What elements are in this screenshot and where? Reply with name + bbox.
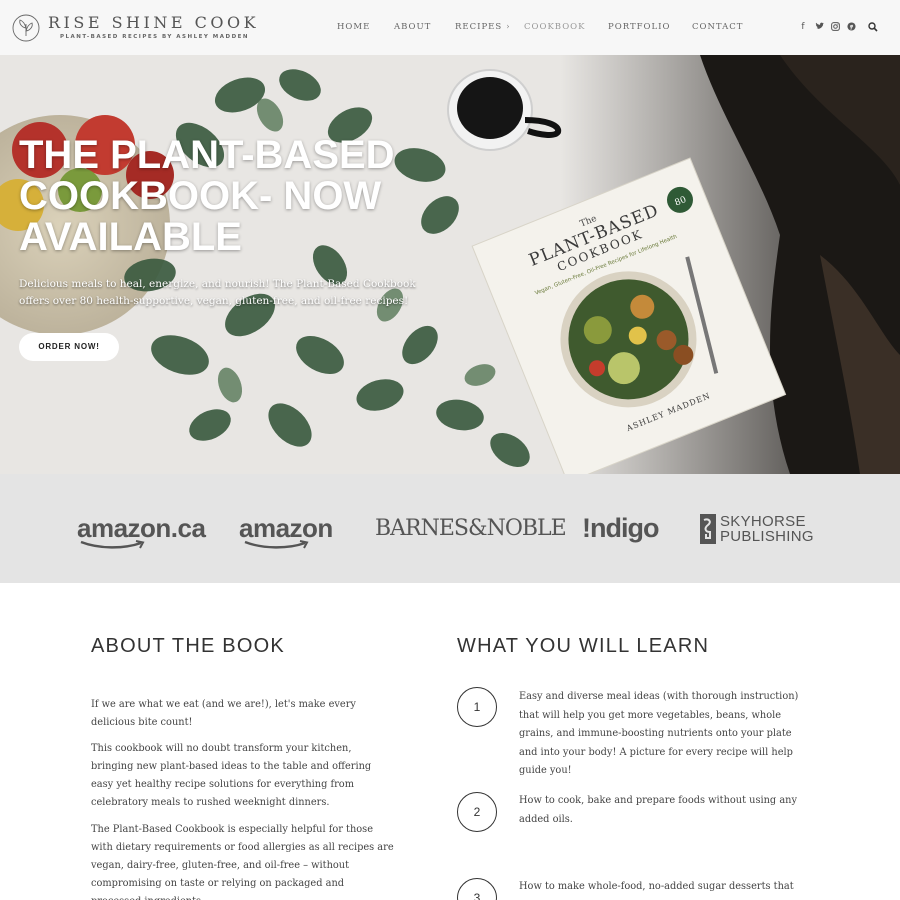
nav-portfolio[interactable]: PORTFOLIO xyxy=(608,22,670,32)
retailer-logos: amazon.ca amazon BARNES&NOBLE !ndigo SKY… xyxy=(0,474,900,583)
retailer-skyhorse-line2: PUBLISHING xyxy=(720,527,814,545)
logo-title: RISE SHINE COOK xyxy=(48,13,260,32)
retailer-skyhorse-line1: SKYHORSE xyxy=(720,512,806,530)
instagram-icon[interactable] xyxy=(830,21,840,33)
step-number: 1 xyxy=(457,687,497,727)
learn-item-text: How to cook, bake and prepare foods with… xyxy=(519,795,798,825)
about-paragraph: The Plant-Based Cookbook is especially h… xyxy=(91,824,394,900)
social-links: f xyxy=(798,21,888,35)
site-header: RISE SHINE COOK PLANT-BASED RECIPES BY A… xyxy=(0,0,900,55)
retailer-amazon[interactable]: amazon xyxy=(239,474,333,583)
retailer-skyhorse[interactable]: SKYHORSE PUBLISHING xyxy=(700,474,822,583)
nav-contact[interactable]: CONTACT xyxy=(692,22,743,32)
about-book-heading: ABOUT THE BOOK xyxy=(91,635,285,657)
hero-title: THE PLANT-BASED COOKBOOK- NOW AVAILABLE xyxy=(19,133,395,259)
about-paragraph: This cookbook will no doubt transform yo… xyxy=(91,743,372,808)
twitter-icon[interactable] xyxy=(814,21,824,33)
step-number: 2 xyxy=(457,792,497,832)
learn-item-text: How to make whole-food, no-added sugar d… xyxy=(519,881,794,900)
logo-tagline: PLANT-BASED RECIPES BY ASHLEY MADDEN xyxy=(60,34,249,40)
leaf-logo-icon xyxy=(12,14,40,42)
retailer-indigo[interactable]: !ndigo xyxy=(582,474,659,583)
nav-cookbook[interactable]: COOKBOOK xyxy=(524,22,585,32)
amazon-smile-icon xyxy=(244,540,309,549)
chevron-right-icon: › xyxy=(506,22,511,31)
hero-background-image: The PLANT-BASED COOKBOOK Vegan, Gluten-F… xyxy=(0,55,900,474)
retailer-amazon-label: amazon xyxy=(239,513,333,543)
about-paragraph: If we are what we eat (and we are!), let… xyxy=(91,699,356,728)
what-you-will-learn-section: WHAT YOU WILL LEARN 1 Easy and diverse m… xyxy=(457,634,817,900)
order-now-button[interactable]: ORDER NOW! xyxy=(19,333,119,361)
nav-about[interactable]: ABOUT xyxy=(394,22,431,32)
hero-banner: The PLANT-BASED COOKBOOK Vegan, Gluten-F… xyxy=(0,55,900,474)
search-icon[interactable] xyxy=(868,21,878,33)
facebook-icon[interactable]: f xyxy=(798,21,808,33)
nav-recipes[interactable]: RECIPES › xyxy=(455,22,510,32)
nav-home[interactable]: HOME xyxy=(337,22,370,32)
retailer-amazon-ca[interactable]: amazon.ca xyxy=(77,474,206,583)
retailer-amazon-ca-label: amazon.ca xyxy=(77,513,206,543)
about-book-section: ABOUT THE BOOK If we are what we eat (an… xyxy=(91,634,401,900)
learn-item-text: Easy and diverse meal ideas (with thorou… xyxy=(519,691,799,776)
amazon-smile-icon xyxy=(80,540,145,549)
step-number: 3 xyxy=(457,878,497,900)
skyhorse-logo-icon xyxy=(700,513,716,544)
learn-heading: WHAT YOU WILL LEARN xyxy=(457,635,710,657)
hero-subtitle: Delicious meals to heal, energize, and n… xyxy=(19,278,416,307)
nav-recipes-label: RECIPES xyxy=(455,22,503,32)
pinterest-icon[interactable] xyxy=(846,21,856,33)
site-logo[interactable]: RISE SHINE COOK PLANT-BASED RECIPES BY A… xyxy=(12,13,256,43)
retailer-barnes-noble[interactable]: BARNES&NOBLE xyxy=(375,474,567,583)
